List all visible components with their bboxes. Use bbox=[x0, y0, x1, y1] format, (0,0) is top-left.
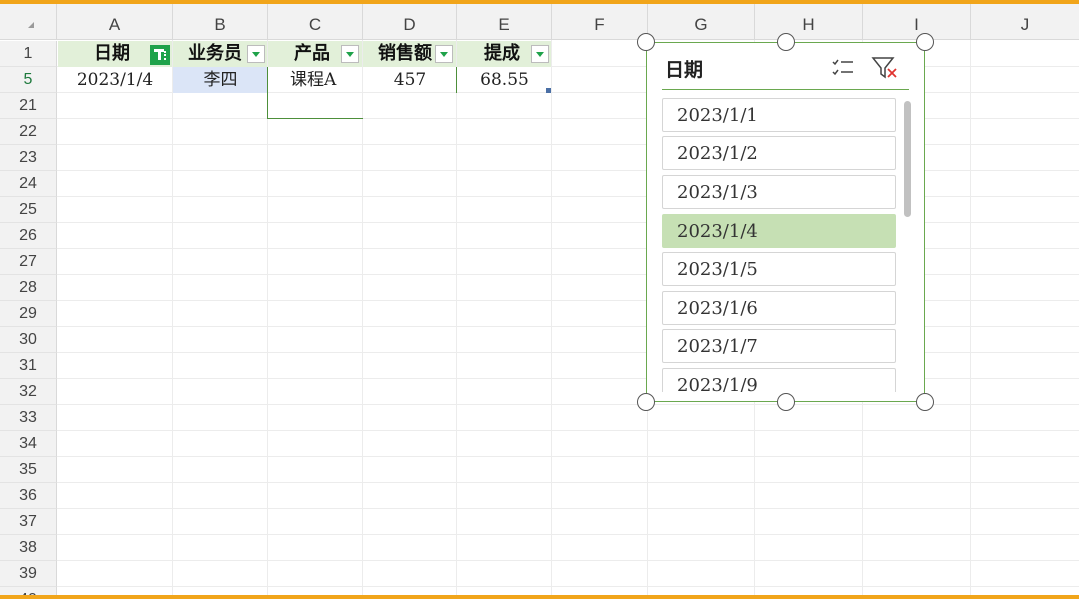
resize-handle-bottom-right[interactable] bbox=[916, 393, 934, 411]
row-header-26[interactable]: 26 bbox=[0, 223, 57, 249]
column-header-d[interactable]: D bbox=[363, 4, 457, 40]
table-border-line bbox=[267, 67, 268, 119]
slicer-item-selected[interactable]: 2023/1/4 bbox=[662, 214, 896, 248]
filter-dropdown-icon[interactable] bbox=[341, 45, 359, 63]
slicer-item-list: 2023/1/1 2023/1/2 2023/1/3 2023/1/4 2023… bbox=[662, 98, 897, 392]
window-bottom-border bbox=[0, 595, 1079, 599]
row-header-39[interactable]: 39 bbox=[0, 561, 57, 587]
date-slicer[interactable]: 日期 2023/1/1 2023/1/2 2023/1/3 2023/1/4 2… bbox=[646, 42, 925, 402]
column-header-c[interactable]: C bbox=[268, 4, 363, 40]
column-header-j[interactable]: J bbox=[971, 4, 1079, 40]
row-header-37[interactable]: 37 bbox=[0, 509, 57, 535]
resize-handle-top-middle[interactable] bbox=[777, 33, 795, 51]
row-header-40[interactable]: 40 bbox=[0, 587, 57, 595]
cell-e5-commission[interactable]: 68.55 bbox=[457, 67, 552, 93]
cell-c5-product[interactable]: 课程A bbox=[268, 67, 363, 93]
column-header-g[interactable]: G bbox=[648, 4, 755, 40]
filter-dropdown-icon[interactable] bbox=[435, 45, 453, 63]
multi-select-icon[interactable] bbox=[831, 57, 857, 79]
row-header-36[interactable]: 36 bbox=[0, 483, 57, 509]
row-header-27[interactable]: 27 bbox=[0, 249, 57, 275]
row-header-32[interactable]: 32 bbox=[0, 379, 57, 405]
resize-handle-bottom-middle[interactable] bbox=[777, 393, 795, 411]
slicer-item[interactable]: 2023/1/1 bbox=[662, 98, 896, 132]
slicer-item[interactable]: 2023/1/5 bbox=[662, 252, 896, 286]
select-all-corner[interactable] bbox=[0, 4, 57, 40]
cell-b5-salesperson[interactable]: 李四 bbox=[173, 67, 268, 93]
column-header-h[interactable]: H bbox=[755, 4, 863, 40]
row-header-30[interactable]: 30 bbox=[0, 327, 57, 353]
cell-a5-date[interactable]: 2023/1/4 bbox=[58, 67, 172, 93]
spreadsheet: A B C D E F G H I J 1 5 21 22 23 24 25 2… bbox=[0, 4, 1079, 595]
row-header-5[interactable]: 5 bbox=[0, 67, 57, 93]
clear-filter-icon[interactable] bbox=[871, 55, 899, 81]
resize-handle-top-right[interactable] bbox=[916, 33, 934, 51]
table-resize-handle[interactable] bbox=[546, 88, 551, 93]
row-header-23[interactable]: 23 bbox=[0, 145, 57, 171]
slicer-item[interactable]: 2023/1/3 bbox=[662, 175, 896, 209]
row-header-24[interactable]: 24 bbox=[0, 171, 57, 197]
row-header-21[interactable]: 21 bbox=[0, 93, 57, 119]
table-border-line bbox=[456, 67, 457, 93]
slicer-item[interactable]: 2023/1/2 bbox=[662, 136, 896, 170]
row-header-29[interactable]: 29 bbox=[0, 301, 57, 327]
column-header-i[interactable]: I bbox=[863, 4, 971, 40]
filter-active-icon[interactable] bbox=[150, 45, 170, 65]
column-header-e[interactable]: E bbox=[457, 4, 552, 40]
column-header-b[interactable]: B bbox=[173, 4, 268, 40]
row-header-33[interactable]: 33 bbox=[0, 405, 57, 431]
filter-dropdown-icon[interactable] bbox=[247, 45, 265, 63]
row-header-31[interactable]: 31 bbox=[0, 353, 57, 379]
row-header-1[interactable]: 1 bbox=[0, 41, 57, 67]
slicer-scrollbar[interactable] bbox=[904, 101, 911, 217]
slicer-divider bbox=[662, 89, 909, 90]
resize-handle-bottom-left[interactable] bbox=[637, 393, 655, 411]
row-header-38[interactable]: 38 bbox=[0, 535, 57, 561]
slicer-item[interactable]: 2023/1/9 bbox=[662, 368, 896, 392]
slicer-title: 日期 bbox=[665, 59, 704, 81]
column-header-f[interactable]: F bbox=[552, 4, 648, 40]
slicer-item[interactable]: 2023/1/6 bbox=[662, 291, 896, 325]
table-border-line bbox=[267, 118, 363, 119]
column-header-bar: A B C D E F G H I J bbox=[0, 4, 1079, 40]
row-header-28[interactable]: 28 bbox=[0, 275, 57, 301]
row-header-34[interactable]: 34 bbox=[0, 431, 57, 457]
filter-dropdown-icon[interactable] bbox=[531, 45, 549, 63]
row-header-25[interactable]: 25 bbox=[0, 197, 57, 223]
column-header-a[interactable]: A bbox=[57, 4, 173, 40]
slicer-item[interactable]: 2023/1/7 bbox=[662, 329, 896, 363]
resize-handle-top-left[interactable] bbox=[637, 33, 655, 51]
row-header-22[interactable]: 22 bbox=[0, 119, 57, 145]
cell-d5-amount[interactable]: 457 bbox=[363, 67, 457, 93]
row-header-35[interactable]: 35 bbox=[0, 457, 57, 483]
